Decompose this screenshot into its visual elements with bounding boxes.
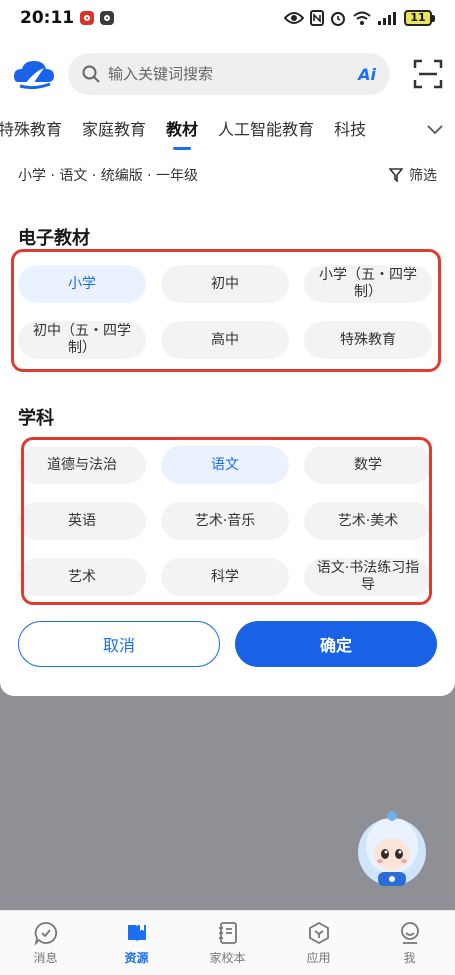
ai-search-button[interactable]: Ai xyxy=(358,65,376,84)
section-title-subject: 学科 xyxy=(18,408,54,429)
option-junior-54[interactable]: 初中（五・四学制） xyxy=(18,321,146,359)
tab-technology[interactable]: 科技 xyxy=(324,108,376,152)
wifi-icon xyxy=(353,11,371,25)
filter-row: 小学 · 语文 · 统编版 · 一年级 筛选 xyxy=(0,158,455,192)
option-science[interactable]: 科学 xyxy=(161,558,289,596)
book-icon xyxy=(127,924,146,942)
filter-breadcrumb: 小学 · 语文 · 统编版 · 一年级 xyxy=(18,168,199,184)
signal-icon xyxy=(378,12,396,25)
nav-label: 消息 xyxy=(33,950,58,965)
option-calligraphy[interactable]: 语文·书法练习指导 xyxy=(304,558,432,596)
confirm-button[interactable]: 确定 xyxy=(235,621,437,667)
alarm-icon xyxy=(331,12,345,26)
notebook-icon xyxy=(218,921,237,944)
eye-icon xyxy=(284,12,304,24)
nav-messages[interactable]: 消息 xyxy=(0,911,91,975)
nav-apps[interactable]: 应用 xyxy=(273,911,364,975)
nav-resources[interactable]: 资源 xyxy=(91,911,182,975)
battery-icon: 11 xyxy=(404,10,435,26)
nfc-icon xyxy=(310,10,324,26)
cube-icon xyxy=(308,921,329,944)
option-primary-54[interactable]: 小学（五・四学制） xyxy=(304,265,432,303)
option-primary-school[interactable]: 小学 xyxy=(18,265,146,303)
section-title-ebook: 电子教材 xyxy=(18,228,90,249)
status-bar: 20:11 11 xyxy=(0,0,455,36)
category-tabs: 特殊教育 家庭教育 教材 人工智能教育 科技 xyxy=(0,108,455,152)
search-input[interactable] xyxy=(108,65,338,83)
nav-label: 家校本 xyxy=(209,950,246,965)
nav-label: 应用 xyxy=(306,950,331,965)
battery-level: 11 xyxy=(404,10,432,26)
search-icon xyxy=(82,65,100,83)
option-art[interactable]: 艺术 xyxy=(18,558,146,596)
option-chinese[interactable]: 语文 xyxy=(161,446,289,484)
tab-special-education[interactable]: 特殊教育 xyxy=(0,108,72,152)
search-bar[interactable]: Ai xyxy=(68,53,390,95)
tab-family-education[interactable]: 家庭教育 xyxy=(72,108,156,152)
option-english[interactable]: 英语 xyxy=(18,502,146,540)
nav-label: 我 xyxy=(403,950,416,965)
cancel-button[interactable]: 取消 xyxy=(18,621,220,667)
tab-ai-education[interactable]: 人工智能教育 xyxy=(208,108,324,152)
nav-home-school[interactable]: 家校本 xyxy=(182,911,273,975)
filter-panel: 电子教材 小学 初中 小学（五・四学制） 初中（五・四学制） 高中 特殊教育 学… xyxy=(0,194,455,696)
screen: 20:11 11 Ai xyxy=(0,0,455,975)
message-icon xyxy=(34,921,57,945)
user-icon xyxy=(400,921,419,944)
more-tabs-button[interactable] xyxy=(415,108,455,152)
header: Ai xyxy=(0,50,455,98)
option-senior-high[interactable]: 高中 xyxy=(161,321,289,359)
scan-icon[interactable] xyxy=(413,59,443,89)
nav-me[interactable]: 我 xyxy=(364,911,455,975)
notification-icon xyxy=(80,11,95,25)
filter-icon xyxy=(389,168,403,182)
option-art-fine-arts[interactable]: 艺术·美术 xyxy=(304,502,432,540)
assistant-mascot[interactable] xyxy=(356,810,428,890)
option-math[interactable]: 数学 xyxy=(304,446,432,484)
option-morality-law[interactable]: 道德与法治 xyxy=(18,446,146,484)
notification-icon-2 xyxy=(100,11,115,25)
nav-label: 资源 xyxy=(124,950,149,965)
option-junior-high[interactable]: 初中 xyxy=(161,265,289,303)
bottom-nav: 消息 资源 家校本 应用 我 xyxy=(0,910,455,975)
filter-label: 筛选 xyxy=(409,168,437,184)
app-logo-icon[interactable] xyxy=(12,56,56,92)
chevron-down-icon xyxy=(427,125,443,135)
filter-button[interactable]: 筛选 xyxy=(389,165,437,185)
tab-textbook[interactable]: 教材 xyxy=(156,108,208,152)
option-art-music[interactable]: 艺术·音乐 xyxy=(161,502,289,540)
status-icons: 11 xyxy=(284,10,435,26)
option-special-education[interactable]: 特殊教育 xyxy=(304,321,432,359)
status-time: 20:11 xyxy=(20,8,75,28)
